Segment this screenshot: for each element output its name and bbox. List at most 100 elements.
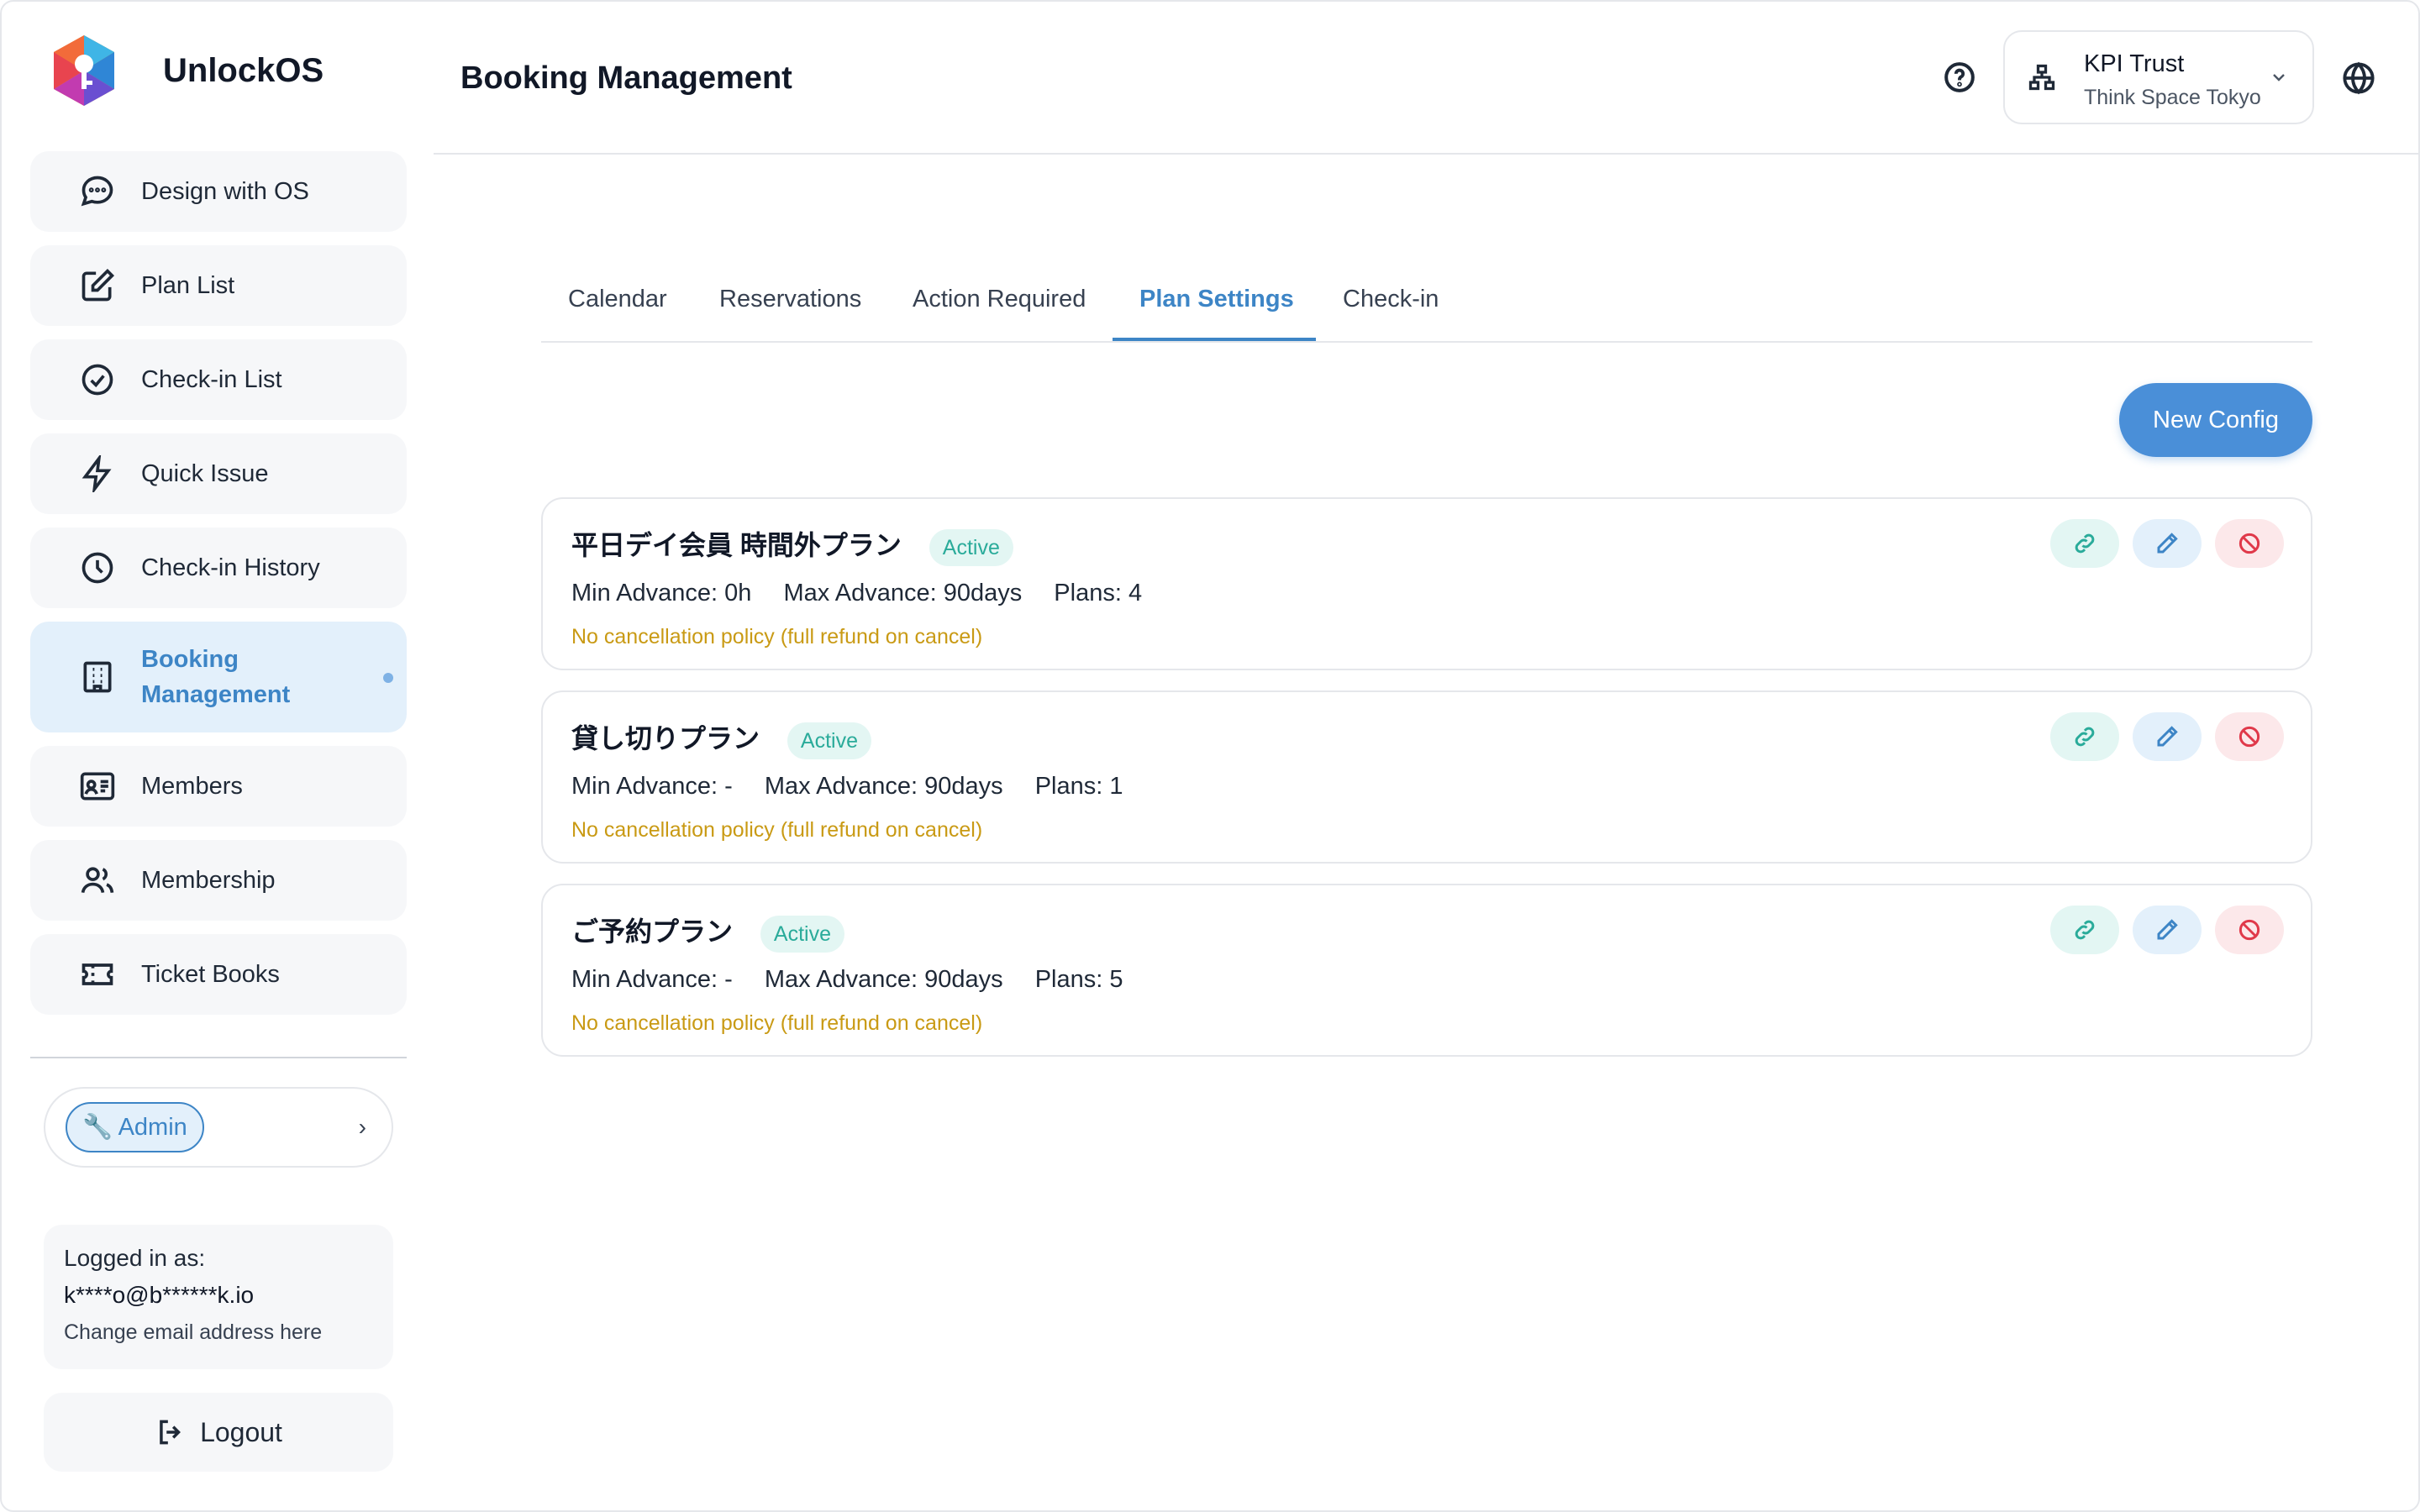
- disable-config-button[interactable]: [2215, 906, 2284, 954]
- tab-reservations[interactable]: Reservations: [719, 286, 861, 313]
- link-icon: [2075, 920, 2095, 940]
- page-title: Booking Management: [460, 60, 792, 96]
- sidebar: UnlockOS Design with OS Plan List Check-…: [2, 2, 434, 1510]
- pencil-icon: [2157, 726, 2178, 747]
- check-circle-icon: [79, 361, 116, 398]
- sidebar-item-check-in-history[interactable]: Check-in History: [30, 528, 407, 608]
- config-actions: [2050, 519, 2284, 568]
- tab-action-required[interactable]: Action Required: [913, 286, 1086, 313]
- sidebar-item-membership[interactable]: Membership: [30, 840, 407, 921]
- active-indicator: [383, 673, 393, 683]
- logout-button[interactable]: Logout: [44, 1393, 393, 1472]
- ban-icon: [2238, 919, 2260, 941]
- users-icon: [79, 862, 116, 899]
- sidebar-nav: Design with OS Plan List Check-in List Q…: [30, 151, 407, 1028]
- org-location: Think Space Tokyo: [2084, 86, 2261, 109]
- link-icon: [2075, 727, 2095, 747]
- config-name: ご予約プラン: [571, 916, 734, 947]
- app-window: UnlockOS Design with OS Plan List Check-…: [0, 0, 2420, 1512]
- copy-link-button[interactable]: [2050, 906, 2119, 954]
- edit-config-button[interactable]: [2133, 519, 2202, 568]
- unlockos-logo-icon: [54, 35, 114, 106]
- logo[interactable]: UnlockOS: [50, 34, 324, 108]
- status-badge: Active: [786, 722, 871, 759]
- copy-link-button[interactable]: [2050, 519, 2119, 568]
- admin-switcher[interactable]: 🔧 Admin ›: [44, 1087, 393, 1168]
- logout-label: Logout: [200, 1416, 282, 1447]
- sidebar-item-label: Check-in History: [141, 554, 320, 581]
- new-config-button[interactable]: New Config: [2119, 383, 2312, 457]
- help-icon[interactable]: [1943, 60, 1976, 94]
- cancellation-policy: No cancellation policy (full refund on c…: [571, 625, 983, 648]
- plans-count: Plans: 4: [1054, 580, 1143, 606]
- logged-in-email: k****o@b******k.io: [64, 1282, 255, 1308]
- sidebar-item-label: Check-in List: [141, 365, 282, 393]
- sidebar-item-ticket-books[interactable]: Ticket Books: [30, 934, 407, 1015]
- sidebar-item-check-in-list[interactable]: Check-in List: [30, 339, 407, 420]
- disable-config-button[interactable]: [2215, 712, 2284, 761]
- sidebar-item-plan-list[interactable]: Plan List: [30, 245, 407, 326]
- sidebar-divider: [30, 1057, 407, 1058]
- edit-config-button[interactable]: [2133, 712, 2202, 761]
- sidebar-item-label: Members: [141, 772, 243, 800]
- sidebar-item-label: Design with OS: [141, 177, 309, 205]
- edit-config-button[interactable]: [2133, 906, 2202, 954]
- plans-count: Plans: 1: [1034, 773, 1123, 800]
- sidebar-item-label: Ticket Books: [141, 960, 280, 988]
- app-name: UnlockOS: [163, 51, 324, 89]
- status-badge: Active: [929, 528, 1013, 566]
- config-actions: [2050, 712, 2284, 761]
- max-advance: Max Advance: 90days: [764, 966, 1003, 993]
- sidebar-item-design-with-os[interactable]: Design with OS: [30, 151, 407, 232]
- config-actions: [2050, 906, 2284, 954]
- top-header: Booking Management KPI Trust Think Space…: [434, 2, 2418, 155]
- active-tab-underline: [1113, 338, 1316, 341]
- config-title: 貸し切りプラン Active: [571, 717, 871, 759]
- copy-link-button[interactable]: [2050, 712, 2119, 761]
- globe-icon[interactable]: [2341, 60, 2376, 96]
- id-card-icon: [79, 768, 116, 805]
- plan-config-card: 平日デイ会員 時間外プラン Active Min Advance: 0h Max…: [541, 497, 2312, 670]
- disable-config-button[interactable]: [2215, 519, 2284, 568]
- config-meta: Min Advance: 0h Max Advance: 90days Plan…: [571, 580, 1167, 607]
- tab-check-in[interactable]: Check-in: [1343, 286, 1439, 313]
- config-title: ご予約プラン Active: [571, 911, 844, 953]
- pencil-icon: [2157, 533, 2178, 554]
- plan-config-card: 貸し切りプラン Active Min Advance: - Max Advanc…: [541, 690, 2312, 864]
- max-advance: Max Advance: 90days: [783, 580, 1023, 606]
- edit-square-icon: [79, 267, 116, 304]
- min-advance: Min Advance: -: [571, 773, 733, 800]
- sidebar-item-booking-management[interactable]: Booking Management: [30, 622, 407, 732]
- min-advance: Min Advance: -: [571, 966, 733, 993]
- sidebar-item-label: Plan List: [141, 271, 235, 299]
- sidebar-item-quick-issue[interactable]: Quick Issue: [30, 433, 407, 514]
- cancellation-policy: No cancellation policy (full refund on c…: [571, 818, 983, 842]
- org-name: KPI Trust: [2084, 50, 2185, 77]
- config-name: 平日デイ会員 時間外プラン: [571, 530, 902, 560]
- config-meta: Min Advance: - Max Advance: 90days Plans…: [571, 773, 1148, 801]
- tab-bar: Calendar Reservations Action Required Pl…: [541, 262, 2312, 343]
- organization-selector[interactable]: KPI Trust Think Space Tokyo: [2003, 30, 2314, 124]
- clock-icon: [79, 549, 116, 586]
- plan-config-card: ご予約プラン Active Min Advance: - Max Advance…: [541, 884, 2312, 1057]
- sidebar-item-members[interactable]: Members: [30, 746, 407, 827]
- login-info: Logged in as: k****o@b******k.io Change …: [44, 1225, 393, 1369]
- pencil-icon: [2157, 919, 2178, 940]
- chat-bubble-icon: [79, 173, 116, 210]
- tab-plan-settings[interactable]: Plan Settings: [1139, 286, 1294, 313]
- sidebar-item-label: Booking Management: [141, 646, 291, 708]
- min-advance: Min Advance: 0h: [571, 580, 752, 606]
- config-name: 貸し切りプラン: [571, 723, 760, 753]
- lightning-icon: [79, 455, 116, 492]
- org-structure-icon: [2027, 62, 2057, 92]
- sidebar-item-label: Membership: [141, 866, 276, 894]
- sidebar-item-label: Quick Issue: [141, 459, 269, 487]
- tab-calendar[interactable]: Calendar: [568, 286, 667, 313]
- change-email-link[interactable]: Change email address here: [64, 1320, 373, 1345]
- ban-icon: [2238, 533, 2260, 554]
- plans-count: Plans: 5: [1034, 966, 1123, 993]
- building-icon: [79, 659, 116, 696]
- logged-in-label: Logged in as:: [64, 1245, 206, 1271]
- ticket-icon: [79, 956, 116, 993]
- link-icon: [2075, 533, 2095, 554]
